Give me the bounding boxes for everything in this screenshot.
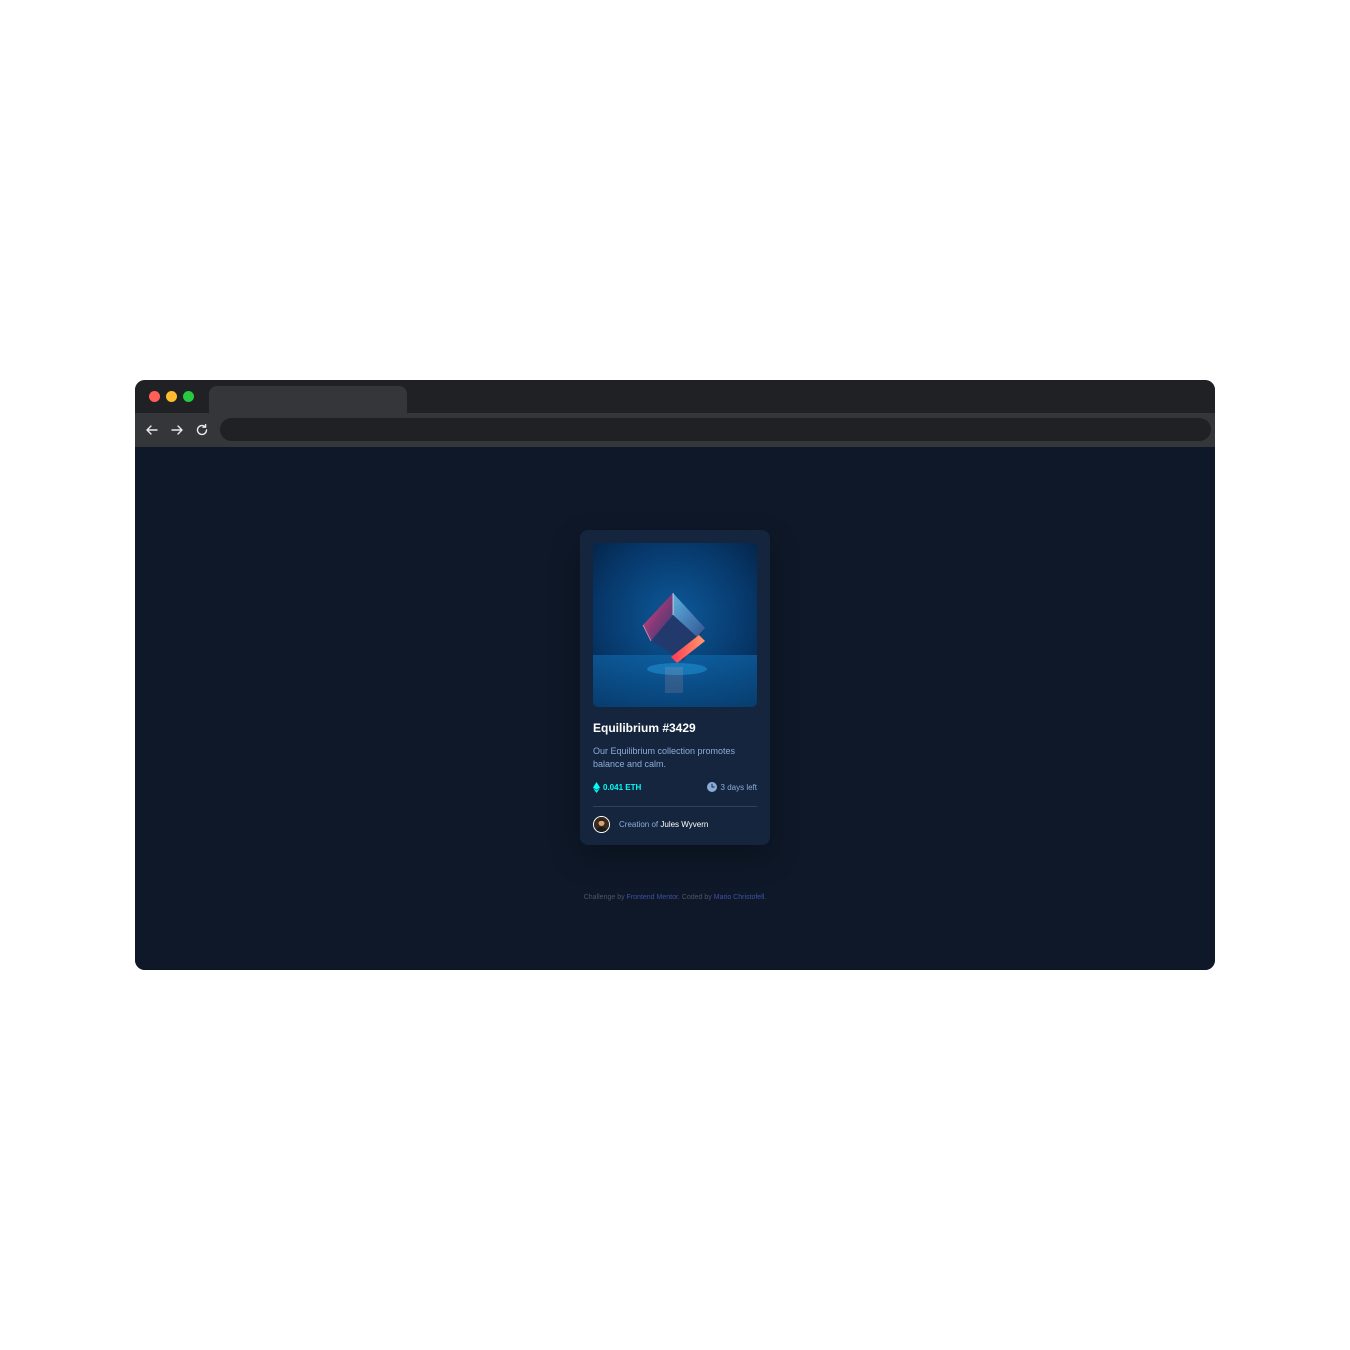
attribution: Challenge by Frontend Mentor. Coded by M… [135,894,1215,901]
reload-button[interactable] [191,419,213,441]
author-link[interactable]: Mario Christofell [714,894,765,901]
attribution-suffix: . [764,894,767,901]
avatar [593,815,610,833]
reload-icon [196,423,208,436]
ethereum-icon [593,781,600,793]
price-value: 0.041 ETH [603,782,642,792]
attribution-prefix: Challenge by [583,894,625,901]
back-button[interactable] [141,419,163,441]
browser-tab[interactable] [209,386,407,413]
arrow-right-icon [171,425,183,435]
divider [593,806,757,807]
nft-description: Our Equilibrium collection promotes bala… [593,746,736,769]
arrow-left-icon [146,425,158,435]
green-dot-icon[interactable] [183,391,194,402]
time-left-value: 3 days left [720,782,757,792]
creator-name[interactable]: Jules Wyvern [660,820,708,829]
nft-image[interactable] [593,543,757,707]
address-bar[interactable] [220,418,1211,441]
frontend-mentor-link[interactable]: Frontend Mentor [627,894,678,901]
cube-artwork-icon [593,543,757,707]
browser-window: Equilibrium #3429 Our Equilibrium collec… [135,380,1215,970]
page-viewport: Equilibrium #3429 Our Equilibrium collec… [135,447,1215,970]
time-left: 3 days left [706,781,757,793]
tab-bar [135,380,1215,413]
attribution-middle: . Coded by [677,894,712,901]
price: 0.041 ETH [593,781,641,793]
nft-card: Equilibrium #3429 Our Equilibrium collec… [580,530,770,845]
nft-stats: 0.041 ETH 3 days left [593,781,757,793]
yellow-dot-icon[interactable] [166,391,177,402]
clock-icon [706,782,717,792]
nft-title[interactable]: Equilibrium #3429 [593,721,757,735]
creator-prefix: Creation of [619,819,659,829]
forward-button[interactable] [166,419,188,441]
creator: Creation of Jules Wyvern [593,815,757,833]
red-dot-icon[interactable] [149,391,160,402]
creator-text: Creation of Jules Wyvern [619,820,708,829]
browser-toolbar [135,413,1215,447]
